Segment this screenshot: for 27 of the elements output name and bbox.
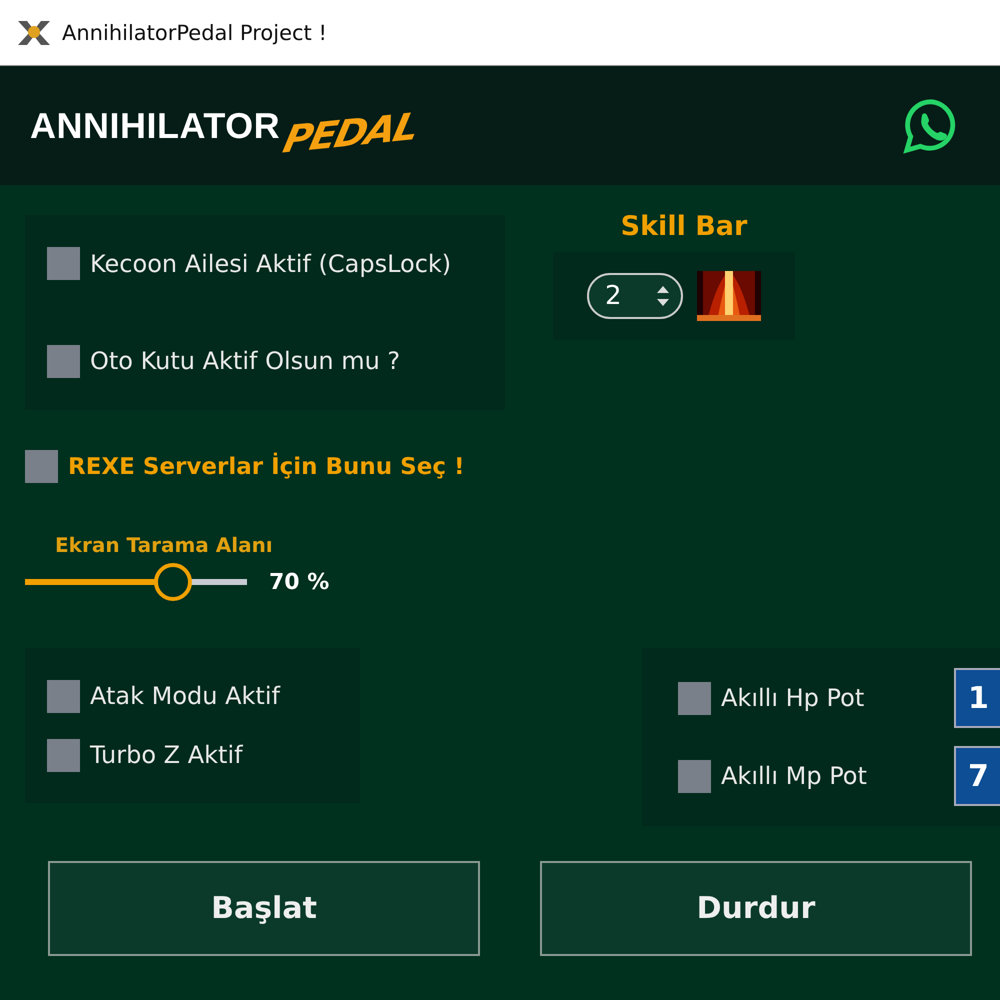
checkbox[interactable] — [47, 738, 80, 772]
logo-text: ANNIHILATOR — [30, 104, 280, 146]
checkbox-label: Atak Modu Aktif — [90, 682, 280, 710]
checkbox-label: Turbo Z Aktif — [90, 741, 243, 769]
window-title: AnnihilatorPedal Project ! — [62, 20, 327, 44]
action-button[interactable]: Durdur — [540, 861, 972, 956]
checkbox[interactable] — [678, 682, 711, 714]
checkbox-label: REXE Serverlar İçin Bunu Seç ! — [68, 454, 464, 480]
checkbox[interactable] — [47, 344, 80, 378]
app-icon — [16, 18, 52, 46]
section-title: Skill Bar — [620, 211, 748, 242]
action-button[interactable]: Başlat — [48, 861, 480, 956]
checkbox[interactable] — [47, 247, 80, 280]
checkbox-label: Akıllı Mp Pot — [721, 762, 867, 790]
checkbox[interactable] — [678, 760, 711, 792]
number-spinner[interactable]: 2 — [587, 273, 683, 319]
key-field[interactable]: 1 — [954, 668, 1000, 728]
checkbox[interactable] — [25, 450, 58, 483]
key-field[interactable]: 7 — [954, 746, 1000, 806]
checkbox-label: Oto Kutu Aktif Olsun mu ? — [90, 347, 400, 376]
checkbox[interactable] — [47, 680, 80, 712]
slider-value: 70 % — [269, 570, 330, 594]
checkbox-label: Kecoon Ailesi Aktif (CapsLock) — [90, 250, 452, 278]
checkbox-label: Akıllı Hp Pot — [721, 684, 864, 712]
slider-thumb[interactable] — [154, 563, 192, 601]
slider-label: Ekran Tarama Alanı — [55, 533, 274, 557]
logo-script-text: PEDAL — [280, 104, 422, 162]
